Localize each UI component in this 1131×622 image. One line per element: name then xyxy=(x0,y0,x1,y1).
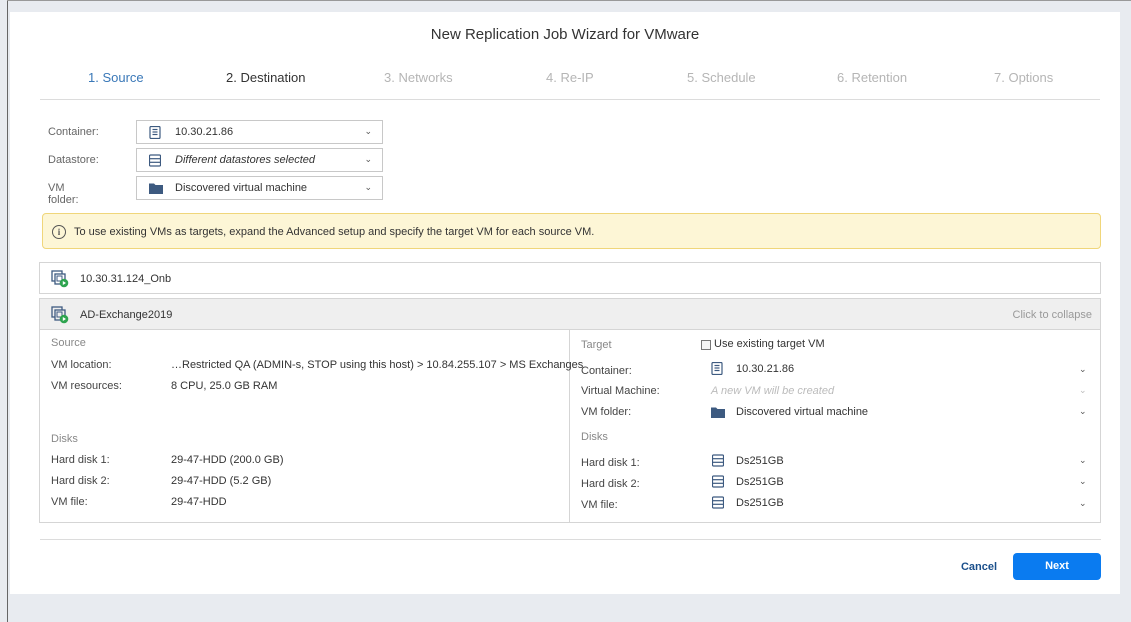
chevron-down-icon: ⌄ xyxy=(1079,385,1087,395)
target-vm-folder-label: VM folder: xyxy=(581,406,632,418)
target-container-label: Container: xyxy=(581,365,632,377)
wizard-dialog: New Replication Job Wizard for VMware 1.… xyxy=(10,12,1120,594)
source-disk-label: Hard disk 1: xyxy=(51,454,110,466)
chevron-down-icon: ⌄ xyxy=(364,182,372,192)
dialog-title: New Replication Job Wizard for VMware xyxy=(430,26,700,43)
vm-name: AD-Exchange2019 xyxy=(80,309,173,321)
source-disk-label: Hard disk 2: xyxy=(51,475,110,487)
source-disks-heading: Disks xyxy=(51,433,78,445)
info-banner: i To use existing VMs as targets, expand… xyxy=(42,213,1101,249)
tab-networks: 3. Networks xyxy=(384,70,453,85)
datastore-select[interactable]: Different datastores selected ⌄ xyxy=(136,148,383,172)
next-button[interactable]: Next xyxy=(1013,553,1101,580)
source-disk-label: VM file: xyxy=(51,496,88,508)
datastore-icon xyxy=(149,154,161,167)
target-container-value[interactable]: 10.30.21.86 xyxy=(736,363,794,375)
wizard-steps: 1. Source 2. Destination 3. Networks 4. … xyxy=(40,70,1100,100)
source-disk-value: 29-47-HDD (200.0 GB) xyxy=(171,454,284,466)
chevron-down-icon[interactable]: ⌄ xyxy=(1079,455,1087,466)
datastore-icon xyxy=(712,496,724,509)
tab-destination[interactable]: 2. Destination xyxy=(226,70,306,85)
chevron-down-icon: ⌄ xyxy=(364,126,372,136)
collapse-link[interactable]: Click to collapse xyxy=(1013,309,1092,321)
target-heading: Target xyxy=(581,339,612,351)
datastore-label: Datastore: xyxy=(48,154,99,166)
target-disk-value[interactable]: Ds251GB xyxy=(736,476,784,488)
target-vm-folder-value[interactable]: Discovered virtual machine xyxy=(736,406,868,418)
vm-row-collapsed[interactable]: 10.30.31.124_Onb xyxy=(39,262,1101,294)
window-border-top xyxy=(7,0,1131,1)
target-disk-value[interactable]: Ds251GB xyxy=(736,497,784,509)
source-disk-value: 29-47-HDD xyxy=(171,496,227,508)
use-existing-checkbox[interactable] xyxy=(701,340,711,350)
vm-folder-select[interactable]: Discovered virtual machine ⌄ xyxy=(136,176,383,200)
chevron-down-icon[interactable]: ⌄ xyxy=(1079,364,1087,375)
chevron-down-icon[interactable]: ⌄ xyxy=(1079,476,1087,487)
tab-re-ip: 4. Re-IP xyxy=(546,70,594,85)
window-border-left xyxy=(7,0,8,622)
tab-source[interactable]: 1. Source xyxy=(88,70,144,85)
vm-resources-value: 8 CPU, 25.0 GB RAM xyxy=(171,380,278,392)
vm-details-panel: Source VM location: …Restricted QA (ADMI… xyxy=(39,330,1101,523)
vm-row-expanded[interactable]: AD-Exchange2019 Click to collapse xyxy=(39,298,1101,330)
vm-folder-value: Discovered virtual machine xyxy=(175,182,308,194)
datastore-value: Different datastores selected xyxy=(175,154,316,166)
source-heading: Source xyxy=(51,337,86,349)
datastore-icon xyxy=(712,475,724,488)
tab-options: 7. Options xyxy=(994,70,1054,85)
info-icon: i xyxy=(52,225,66,239)
vm-location-value: …Restricted QA (ADMIN-s, STOP using this… xyxy=(171,359,584,371)
container-value: 10.30.21.86 xyxy=(175,126,234,138)
source-disk-value: 29-47-HDD (5.2 GB) xyxy=(171,475,272,487)
vm-folder-label: VM folder: xyxy=(48,182,79,206)
target-disk-label: Hard disk 1: xyxy=(581,457,640,469)
server-icon xyxy=(149,126,161,139)
tab-schedule: 5. Schedule xyxy=(687,70,756,85)
datastore-icon xyxy=(712,454,724,467)
vm-replica-icon xyxy=(51,306,69,324)
chevron-down-icon[interactable]: ⌄ xyxy=(1079,498,1087,509)
container-label: Container: xyxy=(48,126,99,138)
folder-icon xyxy=(149,183,163,194)
chevron-down-icon[interactable]: ⌄ xyxy=(1079,406,1087,417)
vm-replica-icon xyxy=(51,270,69,288)
target-vm-label: Virtual Machine: xyxy=(581,385,660,397)
folder-icon xyxy=(711,407,725,418)
chevron-down-icon: ⌄ xyxy=(364,154,372,164)
vm-resources-label: VM resources: xyxy=(51,380,122,392)
target-disk-value[interactable]: Ds251GB xyxy=(736,455,784,467)
target-disk-label: Hard disk 2: xyxy=(581,478,640,490)
footer-divider xyxy=(40,539,1101,540)
tab-retention: 6. Retention xyxy=(837,70,908,85)
container-select[interactable]: 10.30.21.86 ⌄ xyxy=(136,120,383,144)
use-existing-label[interactable]: Use existing target VM xyxy=(714,338,825,350)
banner-text: To use existing VMs as targets, expand t… xyxy=(74,226,595,238)
target-disk-label: VM file: xyxy=(581,499,618,511)
cancel-button[interactable]: Cancel xyxy=(948,554,1010,580)
target-vm-placeholder: A new VM will be created xyxy=(711,385,835,397)
server-icon xyxy=(711,362,723,375)
vm-location-label: VM location: xyxy=(51,359,112,371)
target-disks-heading: Disks xyxy=(581,431,608,443)
vm-name: 10.30.31.124_Onb xyxy=(80,273,172,285)
